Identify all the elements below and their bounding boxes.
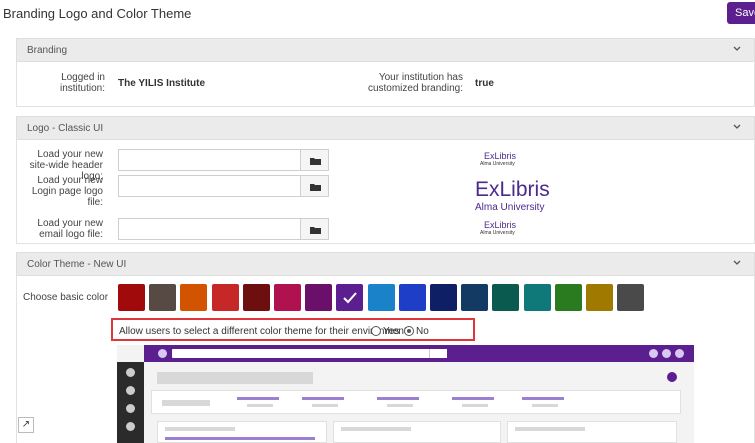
color-swatch[interactable] [430, 284, 457, 311]
color-swatch[interactable] [617, 284, 645, 311]
folder-icon [310, 158, 321, 165]
logged-in-label: Logged in institution: [59, 72, 105, 94]
folder-icon [310, 184, 321, 191]
login-logo-label: Load your new Login page logo file: [31, 175, 103, 208]
preview-sidebar [117, 362, 144, 443]
branding-section-body: Logged in institution: The YILIS Institu… [16, 62, 755, 107]
logo-section-body: Load your new site-wide header logo: Loa… [16, 140, 755, 244]
allow-theme-label: Allow users to select a different color … [119, 326, 410, 337]
customized-branding-value: true [475, 78, 494, 89]
color-swatch[interactable] [118, 284, 145, 311]
color-theme-section-title: Color Theme - New UI [27, 259, 127, 270]
allow-theme-yes-label: Yes [383, 326, 400, 337]
allow-theme-yes-radio[interactable] [371, 326, 381, 336]
login-logo-input[interactable] [118, 175, 301, 197]
color-swatch[interactable] [305, 284, 333, 311]
header-logo-browse-button[interactable] [301, 149, 329, 171]
color-swatch[interactable] [492, 284, 520, 311]
email-logo-input[interactable] [118, 218, 301, 240]
check-icon [343, 292, 358, 304]
preview-top-bar [144, 345, 694, 362]
chevron-down-icon[interactable] [732, 44, 742, 54]
color-swatch[interactable] [149, 284, 177, 311]
allow-theme-selection-box: Allow users to select a different color … [111, 318, 475, 341]
color-swatch[interactable] [242, 284, 270, 311]
color-theme-section-header[interactable]: Color Theme - New UI [16, 252, 755, 276]
color-swatch[interactable] [461, 284, 489, 311]
logged-in-value: The YILIS Institute [118, 78, 206, 89]
save-button[interactable]: Save [727, 2, 755, 24]
color-swatch[interactable] [398, 284, 426, 311]
color-swatch[interactable] [336, 284, 364, 311]
color-swatch[interactable] [274, 284, 301, 311]
theme-preview [117, 345, 694, 443]
branding-section-header[interactable]: Branding [16, 38, 755, 62]
allow-theme-no-radio[interactable] [404, 326, 414, 336]
header-logo-input[interactable] [118, 149, 301, 171]
chevron-down-icon[interactable] [732, 258, 742, 268]
email-logo-label: Load your new email logo file: [37, 218, 103, 240]
email-logo-browse-button[interactable] [301, 218, 329, 240]
page-title: Branding Logo and Color Theme [3, 6, 192, 21]
folder-icon [310, 227, 321, 234]
color-swatch[interactable] [554, 284, 582, 311]
expand-icon[interactable]: ↗ [18, 417, 34, 433]
allow-theme-no-label: No [416, 326, 429, 337]
page-header: Branding Logo and Color Theme Save [0, 0, 755, 28]
color-swatch[interactable] [523, 284, 551, 311]
color-swatch[interactable] [586, 284, 613, 311]
branding-section-title: Branding [27, 45, 68, 56]
color-swatch[interactable] [180, 284, 208, 311]
chevron-down-icon[interactable] [732, 122, 742, 132]
login-logo-browse-button[interactable] [301, 175, 329, 197]
choose-color-label: Choose basic color [23, 292, 109, 303]
logo-section-title: Logo - Classic UI [27, 123, 104, 134]
color-swatch[interactable] [367, 284, 395, 311]
logo-section-header[interactable]: Logo - Classic UI [16, 116, 755, 140]
customized-branding-label: Your institution has customized branding… [367, 72, 463, 94]
color-swatch[interactable] [211, 284, 239, 311]
